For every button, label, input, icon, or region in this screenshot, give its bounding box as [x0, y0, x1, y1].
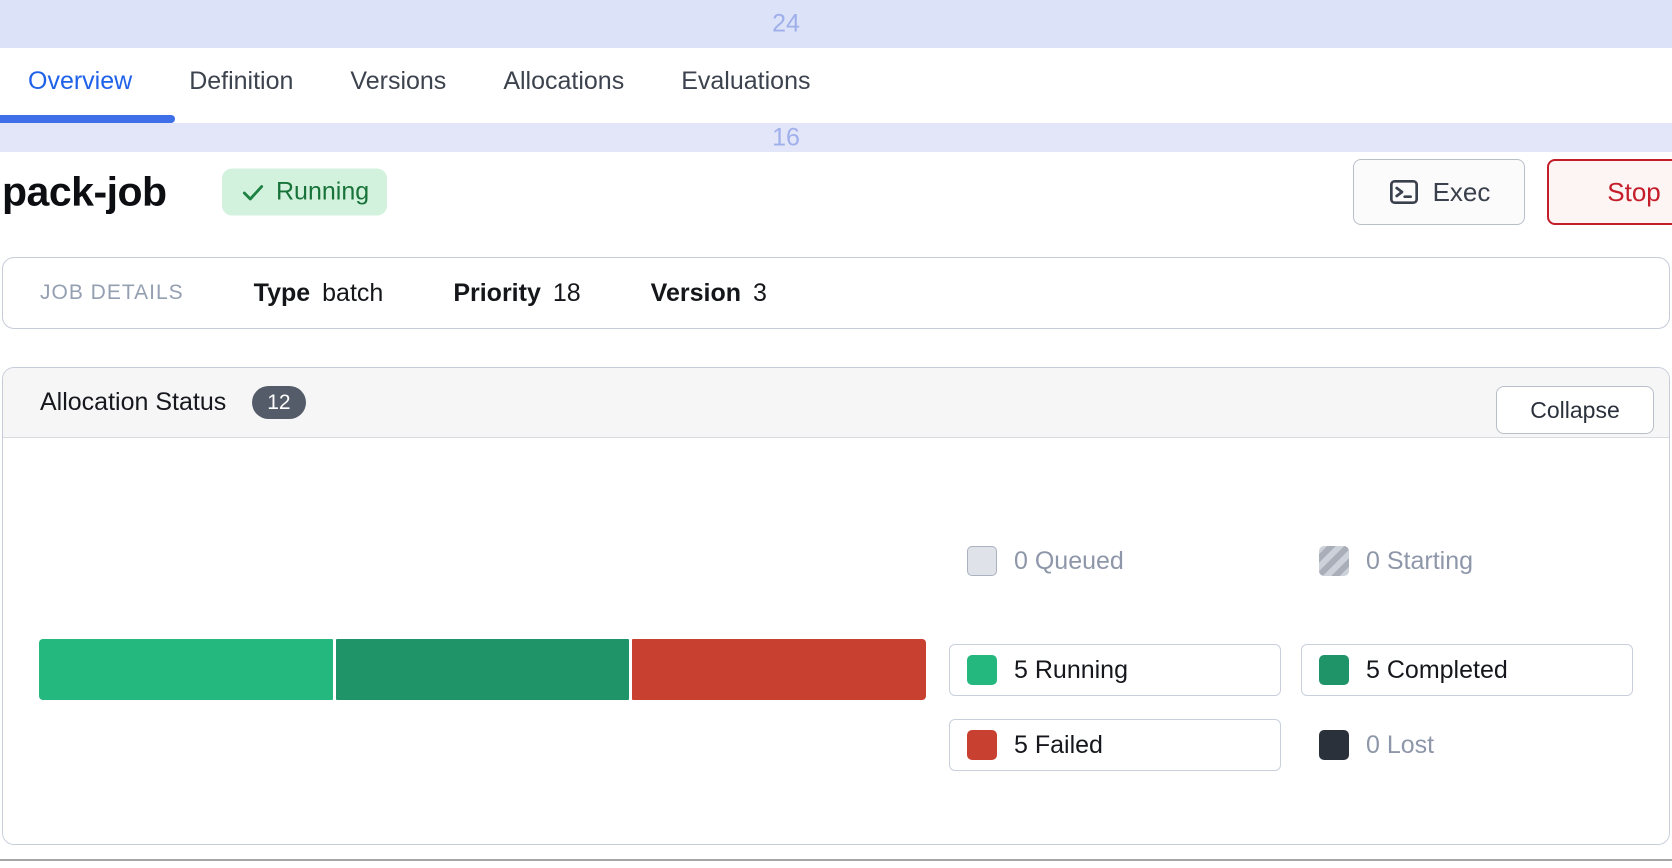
failed-swatch-icon — [967, 730, 997, 760]
tab-allocations[interactable]: Allocations — [503, 67, 624, 96]
lost-swatch-icon — [1319, 730, 1349, 760]
tab-evaluations[interactable]: Evaluations — [681, 67, 810, 96]
starting-swatch-icon — [1319, 546, 1349, 576]
legend-item-starting: 0 Starting — [1301, 539, 1633, 583]
page-header: pack-job Running Exec Stop — [0, 152, 1672, 232]
legend-failed-label: 5 Failed — [1014, 731, 1103, 760]
tab-bar: Overview Definition Versions Allocations… — [0, 48, 1672, 123]
spacing-annotation-16: 16 — [0, 123, 1672, 152]
legend-completed-label: 5 Completed — [1366, 656, 1508, 685]
status-badge-label: Running — [276, 178, 369, 207]
legend-item-failed[interactable]: 5 Failed — [949, 719, 1281, 771]
completed-swatch-icon — [1319, 655, 1349, 685]
page-title: pack-job — [2, 169, 167, 216]
spacing-annotation-24: 24 — [0, 0, 1672, 48]
spacing-annotation-24-label: 24 — [762, 10, 810, 39]
bar-segment-running[interactable] — [39, 639, 333, 700]
job-detail-version-value: 3 — [753, 279, 767, 307]
job-detail-version: Version 3 — [651, 279, 767, 308]
legend-queued-label: 0 Queued — [1014, 547, 1124, 576]
job-detail-version-label: Version — [651, 279, 741, 307]
queued-swatch-icon — [967, 546, 997, 576]
allocation-stacked-bar — [39, 639, 926, 700]
section-divider — [0, 859, 1672, 861]
job-detail-type-value: batch — [322, 279, 383, 307]
bar-segment-completed[interactable] — [336, 639, 630, 700]
tab-overview[interactable]: Overview — [28, 67, 132, 96]
exec-button[interactable]: Exec — [1353, 159, 1525, 225]
job-details-heading: JOB DETAILS — [40, 281, 184, 305]
bar-segment-failed[interactable] — [632, 639, 926, 700]
legend-lost-label: 0 Lost — [1366, 731, 1434, 760]
stop-button-label: Stop — [1607, 177, 1661, 208]
allocation-status-title: Allocation Status — [40, 388, 226, 417]
legend-item-completed[interactable]: 5 Completed — [1301, 644, 1633, 696]
allocation-status-body: 0 Queued 0 Starting 5 Running 5 Complete… — [3, 438, 1669, 844]
job-detail-priority-label: Priority — [453, 279, 541, 307]
stop-button[interactable]: Stop — [1547, 159, 1672, 225]
legend-item-running[interactable]: 5 Running — [949, 644, 1281, 696]
collapse-button[interactable]: Collapse — [1496, 386, 1654, 434]
legend-running-label: 5 Running — [1014, 656, 1128, 685]
legend-starting-label: 0 Starting — [1366, 547, 1473, 576]
tab-definition[interactable]: Definition — [189, 67, 293, 96]
active-tab-underline — [0, 115, 175, 123]
legend-item-lost: 0 Lost — [1301, 719, 1633, 771]
job-detail-type-label: Type — [254, 279, 311, 307]
running-swatch-icon — [967, 655, 997, 685]
job-detail-priority-value: 18 — [553, 279, 581, 307]
job-detail-type: Type batch — [254, 279, 384, 308]
allocation-count-badge: 12 — [252, 386, 305, 419]
terminal-icon — [1388, 176, 1420, 208]
legend-item-queued: 0 Queued — [949, 539, 1281, 583]
tab-versions[interactable]: Versions — [350, 67, 446, 96]
allocation-status-header: Allocation Status 12 Collapse — [3, 368, 1669, 438]
check-icon — [240, 179, 266, 205]
job-detail-priority: Priority 18 — [453, 279, 580, 308]
exec-button-label: Exec — [1433, 177, 1491, 208]
allocation-status-card: Allocation Status 12 Collapse 0 Queued 0… — [2, 367, 1670, 845]
collapse-button-label: Collapse — [1530, 397, 1620, 424]
job-details-card: JOB DETAILS Type batch Priority 18 Version… — [2, 257, 1670, 329]
status-badge: Running — [222, 169, 387, 216]
spacing-annotation-16-label: 16 — [762, 123, 810, 152]
